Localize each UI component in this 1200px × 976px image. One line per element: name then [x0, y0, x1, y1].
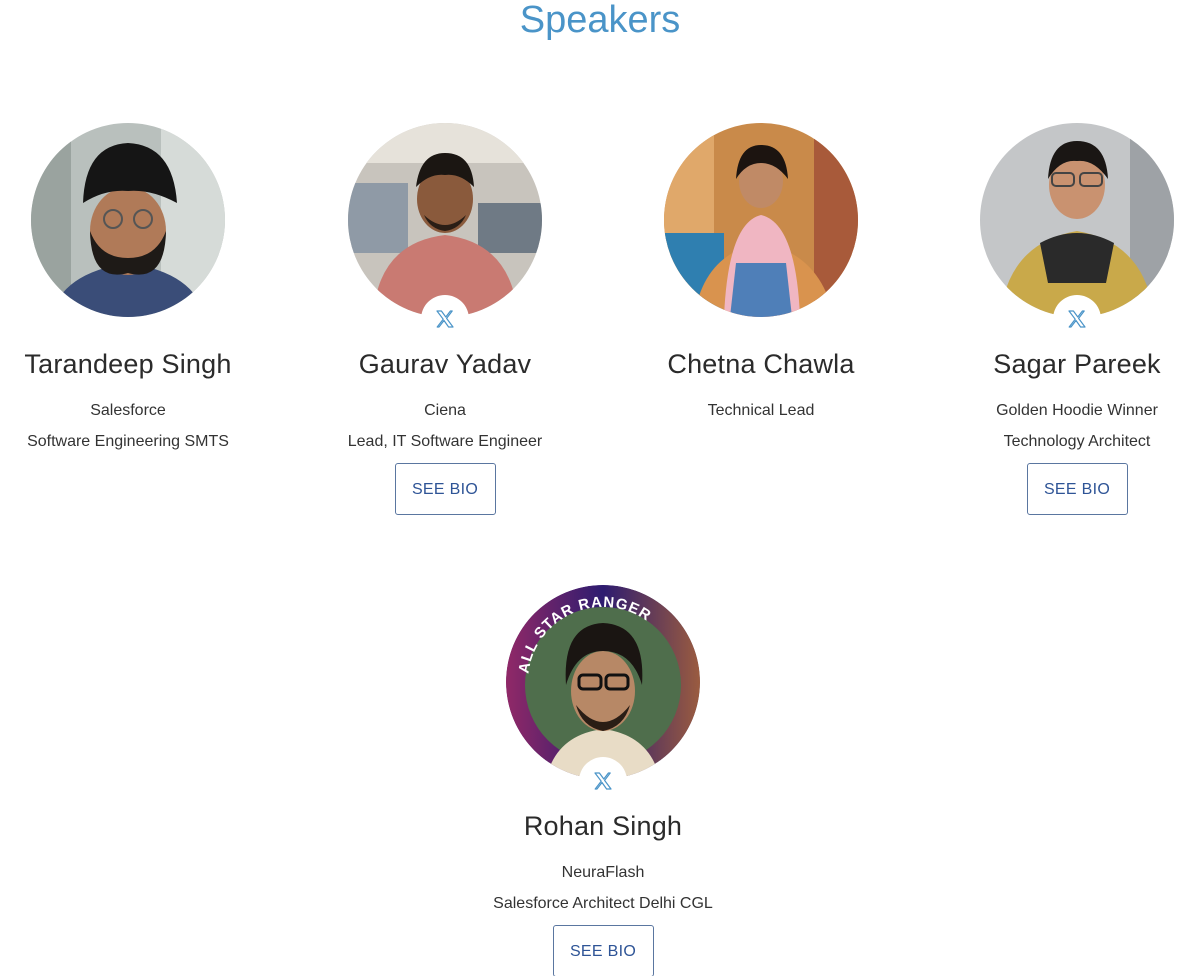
- speaker-photo: [348, 123, 542, 317]
- speaker-card: Tarandeep Singh Salesforce Software Engi…: [0, 123, 278, 452]
- speaker-name: Chetna Chawla: [667, 349, 855, 379]
- avatar-wrap: [31, 123, 225, 317]
- speaker-photo: [31, 123, 225, 317]
- speaker-role: Software Engineering SMTS: [27, 433, 229, 450]
- speaker-role: Lead, IT Software Engineer: [347, 433, 543, 450]
- avatar-wrap: [980, 123, 1174, 343]
- speaker-name: Rohan Singh: [523, 811, 683, 841]
- see-bio-button[interactable]: SEE BIO: [394, 463, 496, 515]
- speaker-company: Ciena: [424, 402, 466, 419]
- section-title: Speakers: [519, 0, 681, 41]
- speaker-card: Sagar Pareek Golden Hoodie Winner Techno…: [927, 123, 1200, 515]
- speakers-page: Speakers Tarandeep Singh Salesforce Soft: [0, 0, 1200, 976]
- speaker-company: Golden Hoodie Winner: [996, 402, 1158, 419]
- see-bio-button[interactable]: SEE BIO: [552, 925, 654, 976]
- avatar-wrap: ALL STAR RANGER: [506, 585, 700, 805]
- x-twitter-icon[interactable]: [1053, 295, 1101, 343]
- speaker-card: Chetna Chawla Technical Lead: [611, 123, 911, 421]
- speaker-role: Salesforce Architect Delhi CGL: [493, 895, 713, 912]
- speaker-role: Technology Architect: [1003, 433, 1151, 450]
- speaker-name: Sagar Pareek: [993, 349, 1161, 379]
- speaker-card: ALL STAR RANGER Rohan Singh NeuraFlash S…: [453, 585, 753, 976]
- speaker-name: Gaurav Yadav: [358, 349, 532, 379]
- avatar-wrap: [664, 123, 858, 317]
- speaker-photo: [980, 123, 1174, 317]
- avatar-wrap: [348, 123, 542, 343]
- x-twitter-icon[interactable]: [421, 295, 469, 343]
- speaker-photo: [664, 123, 858, 317]
- speaker-company: Technical Lead: [707, 402, 815, 419]
- speaker-company: Salesforce: [90, 402, 166, 419]
- speaker-card: Gaurav Yadav Ciena Lead, IT Software Eng…: [295, 123, 595, 515]
- speaker-photo: ALL STAR RANGER: [506, 585, 700, 779]
- x-twitter-icon[interactable]: [579, 757, 627, 805]
- see-bio-button[interactable]: SEE BIO: [1026, 463, 1128, 515]
- speaker-company: NeuraFlash: [561, 864, 645, 881]
- speaker-name: Tarandeep Singh: [24, 349, 232, 379]
